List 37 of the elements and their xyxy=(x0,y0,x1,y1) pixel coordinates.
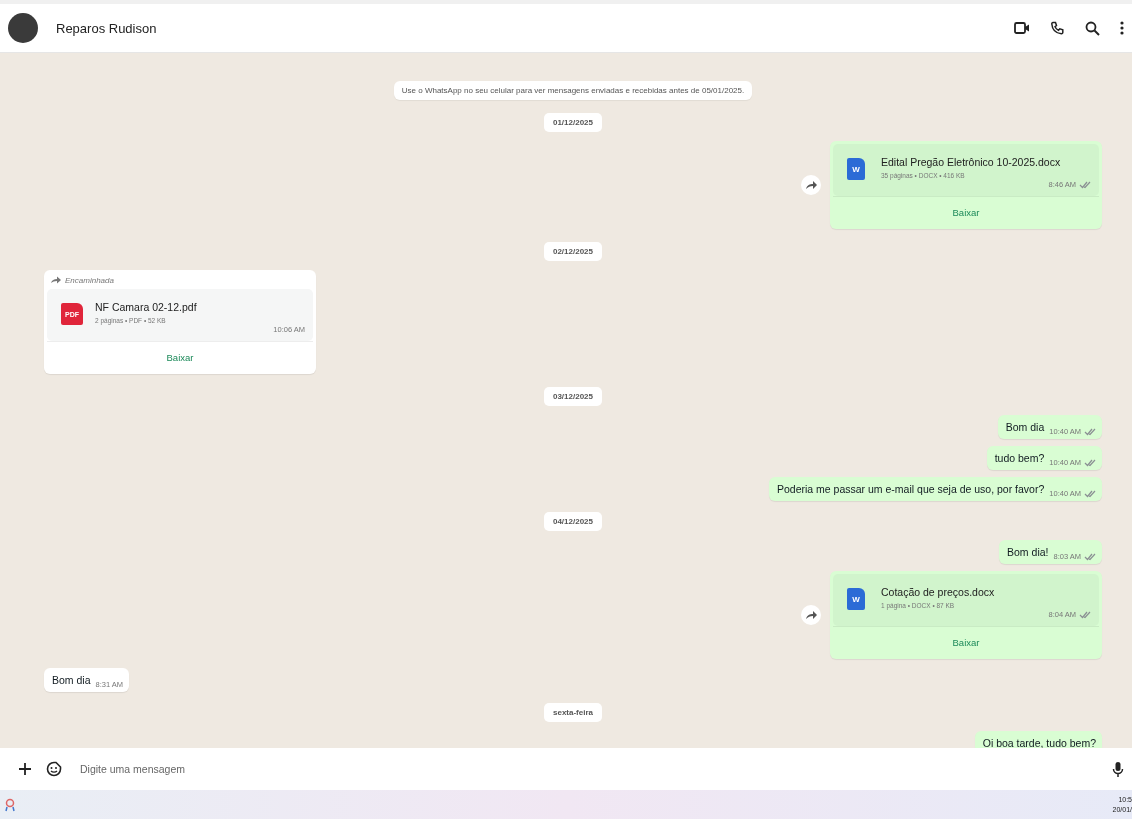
message-text: Bom dia! xyxy=(1007,545,1049,559)
app-icon[interactable] xyxy=(4,797,16,812)
file-name: NF Camara 02-12.pdf xyxy=(95,301,198,313)
contact-avatar[interactable] xyxy=(8,13,38,43)
message-text: Bom dia xyxy=(1005,420,1045,434)
search-icon[interactable] xyxy=(1085,20,1100,36)
video-call-icon[interactable] xyxy=(1014,21,1030,35)
date-chip: 02/12/2025 xyxy=(543,242,602,261)
forwarded-icon xyxy=(50,275,62,285)
date-chip: 01/12/2025 xyxy=(543,113,602,132)
download-button[interactable]: Baixar xyxy=(833,196,1099,229)
file-name: Edital Pregão Eletrônico 10-2025.docx xyxy=(881,156,1062,168)
download-button[interactable]: Baixar xyxy=(833,626,1099,659)
file-name: Cotação de preços.docx xyxy=(881,586,996,598)
date-chip: 04/12/2025 xyxy=(543,512,602,531)
download-button[interactable]: Baixar xyxy=(47,341,313,374)
forward-button[interactable] xyxy=(801,175,821,195)
date-chip: sexta-feira xyxy=(544,703,602,722)
menu-icon[interactable] xyxy=(1120,21,1124,35)
document-icon: W xyxy=(847,588,865,610)
forwarded-label: Encaminhada xyxy=(65,275,114,285)
document-icon: W xyxy=(847,158,865,180)
forward-button[interactable] xyxy=(801,605,821,625)
message-text: Oi boa tarde, tudo bem? xyxy=(982,736,1096,748)
message-text: Bom dia xyxy=(52,673,91,687)
plus-icon[interactable] xyxy=(18,762,32,776)
message-text: tudo bem? xyxy=(994,451,1045,465)
forward-arrow-icon xyxy=(804,179,818,191)
date-chip: 03/12/2025 xyxy=(543,387,602,406)
forward-arrow-icon xyxy=(804,609,818,621)
message-text: Poderia me passar um e-mail que seja de uso, por favor? xyxy=(777,482,1045,496)
message-input[interactable]: Digite uma mensagem xyxy=(76,759,1098,779)
phone-icon[interactable] xyxy=(1050,20,1065,36)
system-notice: Use o WhatsApp no seu celular para ver mensagens enviadas e recebidas antes de 05/01/2025. xyxy=(393,81,753,100)
contact-name[interactable]: Reparos Rudison xyxy=(56,20,157,36)
sticker-icon[interactable] xyxy=(46,761,62,777)
microphone-icon[interactable] xyxy=(1112,760,1124,778)
